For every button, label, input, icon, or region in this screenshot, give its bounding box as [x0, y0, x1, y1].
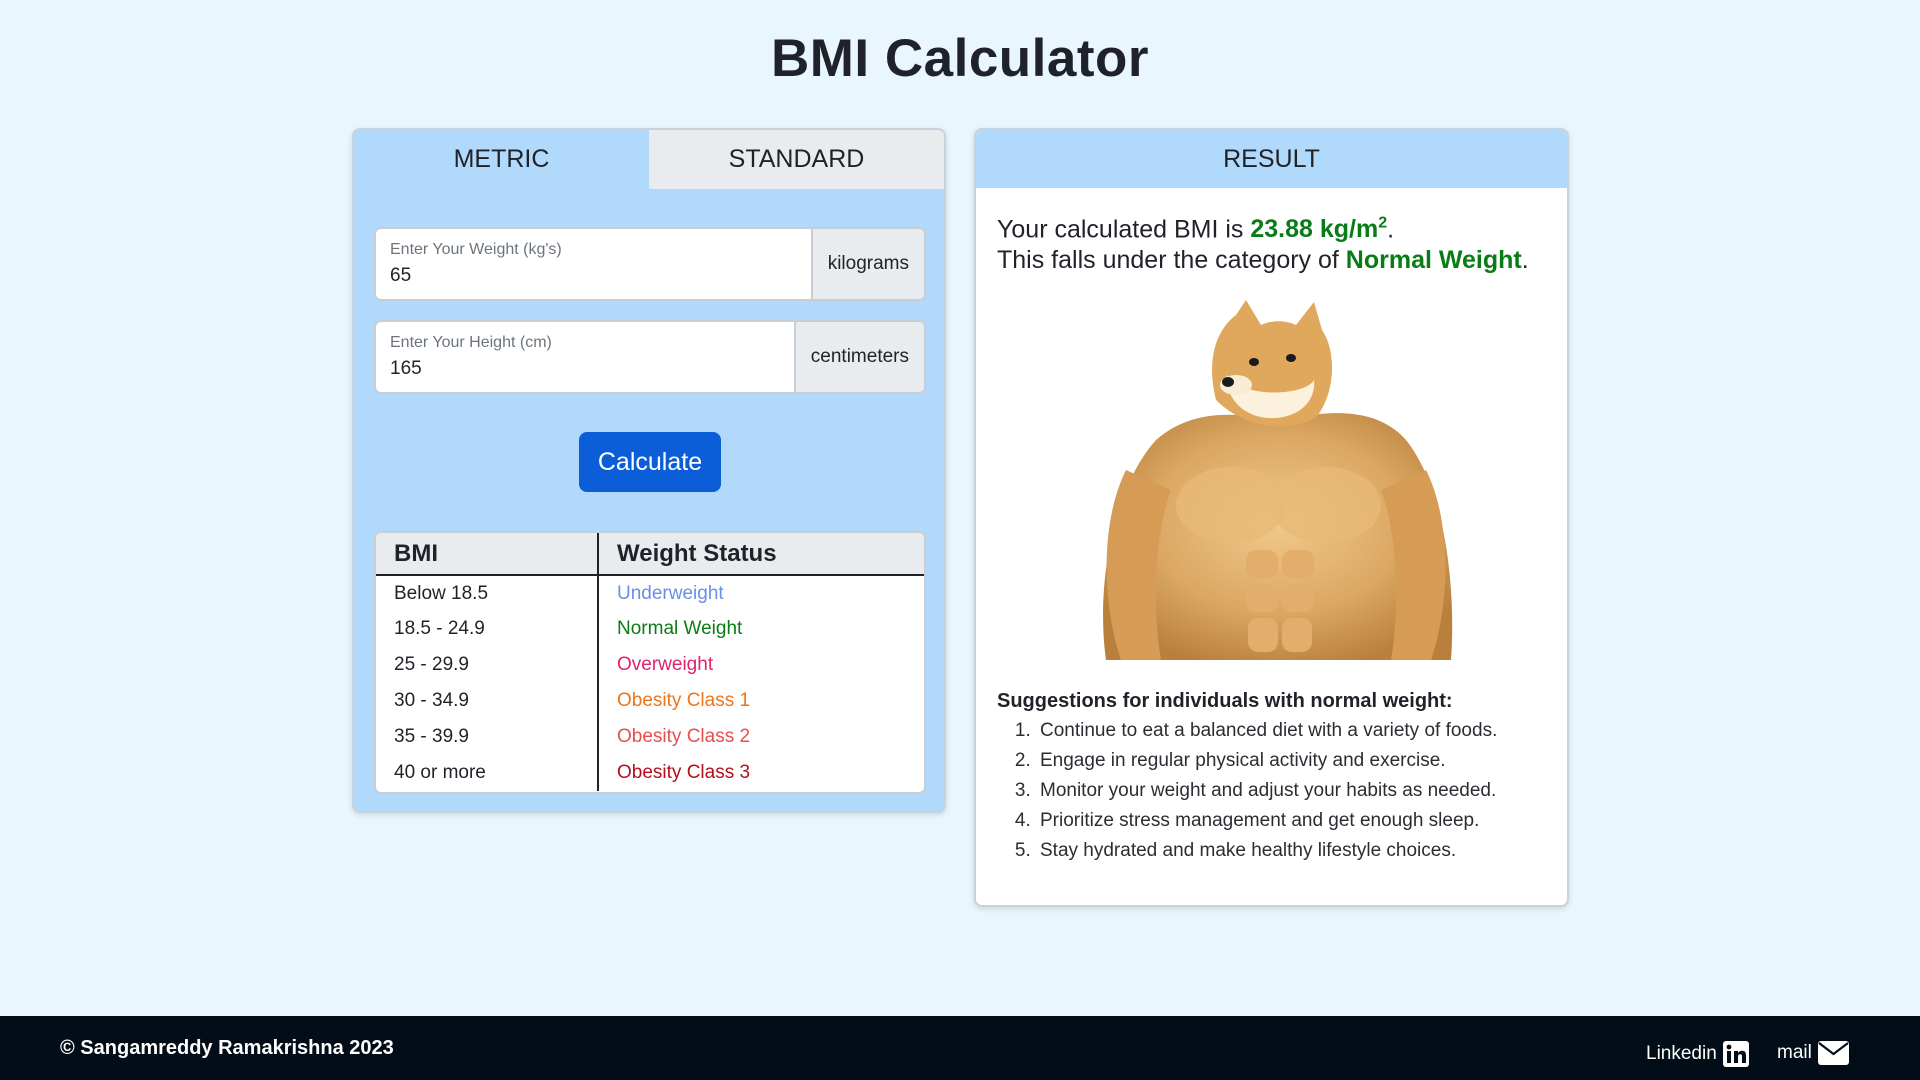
height-value[interactable]: 165 [390, 358, 780, 380]
list-item: Monitor your weight and adjust your habi… [1036, 776, 1497, 806]
list-item: Continue to eat a balanced diet with a v… [1036, 716, 1497, 746]
result-header: RESULT [976, 130, 1567, 188]
table-header-row: BMI Weight Status [376, 533, 924, 576]
header-bmi: BMI [376, 533, 599, 576]
weight-status: Underweight [617, 582, 724, 604]
page-title: BMI Calculator [770, 29, 1150, 88]
list-item: Engage in regular physical activity and … [1036, 746, 1497, 776]
height-input-group: Enter Your Height (cm) 165 centimeters [374, 320, 926, 394]
envelope-icon [1817, 1041, 1849, 1065]
table-row: 35 - 39.9 Obesity Class 2 [376, 719, 924, 755]
weight-status: Overweight [617, 654, 714, 675]
weight-status: Obesity Class 3 [617, 762, 751, 783]
weight-status: Obesity Class 1 [617, 690, 751, 711]
weight-status: Normal Weight [617, 618, 743, 639]
weight-value[interactable]: 65 [390, 265, 797, 287]
category-line: This falls under the category of Normal … [997, 245, 1529, 276]
calculator-card: METRIC STANDARD Enter Your Weight (kg's)… [352, 128, 946, 813]
bmi-result-line: Your calculated BMI is 23.88 kg/m2. [997, 208, 1529, 245]
unit-tabs: METRIC STANDARD [354, 130, 944, 189]
header-weight-status: Weight Status [598, 533, 924, 576]
bmi-range: 35 - 39.9 [376, 719, 599, 755]
linkedin-label: Linkedin [1646, 1043, 1717, 1064]
bmi-range: Below 18.5 [376, 575, 599, 611]
muscular-dog-image [1103, 300, 1453, 660]
bmi-range: 30 - 34.9 [376, 683, 599, 719]
table-row: 18.5 - 24.9 Normal Weight [376, 611, 924, 647]
suggestions-title: Suggestions for individuals with normal … [997, 690, 1453, 712]
weight-field[interactable]: Enter Your Weight (kg's) 65 [376, 229, 811, 299]
weight-input-group: Enter Your Weight (kg's) 65 kilograms [374, 227, 926, 301]
mail-link[interactable]: mail [1777, 1041, 1849, 1065]
mail-label: mail [1777, 1042, 1812, 1063]
bmi-suffix: . [1387, 215, 1395, 244]
category-value: Normal Weight [1345, 246, 1522, 275]
result-text: Your calculated BMI is 23.88 kg/m2. This… [997, 208, 1529, 276]
bmi-prefix: Your calculated BMI is [997, 215, 1251, 244]
bmi-value: 23.88 kg/m2 [1250, 215, 1387, 243]
bmi-table: BMI Weight Status Below 18.5 Underweight… [374, 531, 926, 794]
category-prefix: This falls under the category of [997, 246, 1346, 275]
result-card: RESULT Your calculated BMI is 23.88 kg/m… [974, 128, 1569, 907]
weight-label: Enter Your Weight (kg's) [390, 241, 562, 258]
table-row: Below 18.5 Underweight [376, 575, 924, 611]
table-row: 25 - 29.9 Overweight [376, 647, 924, 683]
linkedin-link[interactable]: Linkedin [1646, 1041, 1749, 1067]
suggestions-list: Continue to eat a balanced diet with a v… [1036, 716, 1497, 866]
weight-unit: kilograms [810, 229, 924, 299]
category-suffix: . [1521, 246, 1529, 275]
list-item: Stay hydrated and make healthy lifestyle… [1036, 836, 1497, 866]
bmi-number: 23.88 kg/m [1250, 215, 1379, 244]
linkedin-icon [1722, 1041, 1749, 1067]
copyright: © Sangamreddy Ramakrishna 2023 [60, 1037, 394, 1059]
tab-standard[interactable]: STANDARD [649, 130, 944, 189]
height-label: Enter Your Height (cm) [390, 334, 552, 351]
table-row: 40 or more Obesity Class 3 [376, 755, 924, 791]
weight-status: Obesity Class 2 [617, 726, 751, 747]
calculate-button[interactable]: Calculate [579, 432, 721, 492]
bmi-exponent: 2 [1378, 215, 1388, 232]
footer: © Sangamreddy Ramakrishna 2023 Linkedin … [0, 1016, 1920, 1080]
tab-metric[interactable]: METRIC [354, 130, 649, 189]
bmi-range: 18.5 - 24.9 [376, 611, 599, 647]
list-item: Prioritize stress management and get eno… [1036, 806, 1497, 836]
height-unit: centimeters [793, 322, 924, 392]
bmi-range: 25 - 29.9 [376, 647, 599, 683]
height-field[interactable]: Enter Your Height (cm) 165 [376, 322, 794, 392]
bmi-range: 40 or more [376, 755, 599, 791]
table-row: 30 - 34.9 Obesity Class 1 [376, 683, 924, 719]
